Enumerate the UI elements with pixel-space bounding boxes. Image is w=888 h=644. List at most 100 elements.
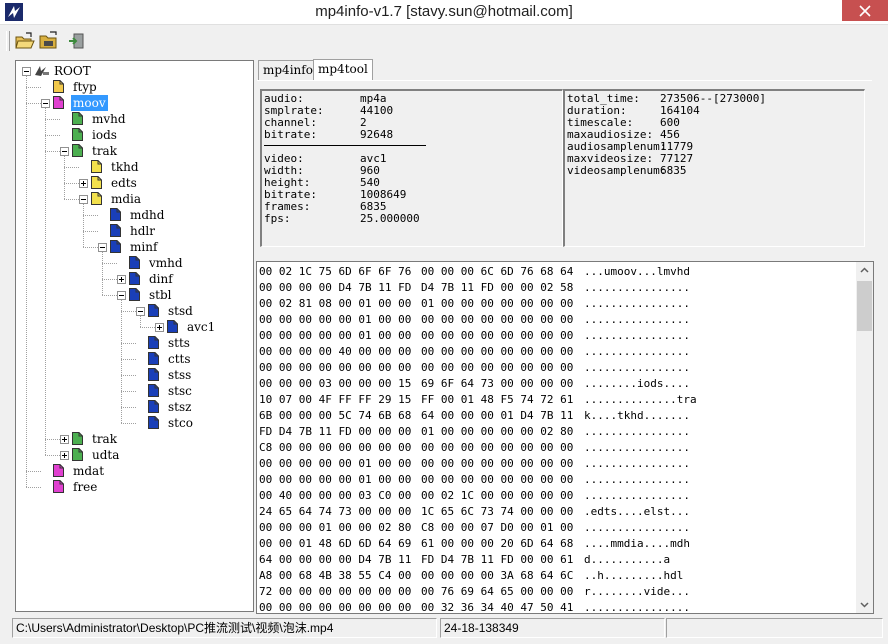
tree-node-label: stsd: [168, 304, 193, 318]
expand-icon[interactable]: [60, 451, 69, 460]
scroll-thumb[interactable]: [857, 281, 872, 331]
close-button[interactable]: [842, 0, 888, 21]
tree-node-label: udta: [92, 448, 120, 462]
expand-icon[interactable]: [155, 323, 164, 332]
scroll-up-button[interactable]: [856, 262, 873, 279]
hex-ascii: ................: [584, 601, 690, 614]
tree-connector: [121, 407, 136, 408]
open-folder-button[interactable]: [38, 30, 60, 52]
tree-node-mdia[interactable]: mdia: [91, 191, 211, 207]
tree-connector: [121, 423, 136, 424]
tree-node-label: stss: [168, 368, 192, 382]
tree-node-label: ctts: [168, 352, 191, 366]
exit-button[interactable]: [66, 30, 88, 52]
tree-node-stsc[interactable]: stsc: [148, 383, 253, 399]
hex-bytes: 00 76 69 64 65 00 00 00: [421, 585, 574, 598]
tab-strip: mp4info mp4tool: [256, 59, 880, 81]
hex-ascii: .edts....elst...: [584, 505, 690, 518]
tree-connector: [26, 487, 41, 488]
collapse-icon[interactable]: [117, 291, 126, 300]
atom-icon: [53, 96, 64, 113]
hex-bytes: 00 00 00 00 00 00 00 00: [421, 473, 574, 486]
tree-node-ctts[interactable]: ctts: [148, 351, 253, 367]
tree-node-tkhd[interactable]: tkhd: [91, 159, 211, 175]
atom-icon: [129, 288, 140, 305]
collapse-icon[interactable]: [22, 67, 31, 76]
status-time: 24-18-138349: [440, 618, 665, 638]
chevron-down-icon: [860, 602, 869, 608]
hex-bytes: 64 00 00 00 01 D4 7B 11: [421, 409, 574, 422]
tree-node-ftyp[interactable]: ftyp: [53, 79, 173, 95]
hex-ascii: ....mmdia....mdh: [584, 537, 690, 550]
vertical-scrollbar[interactable]: [856, 262, 873, 613]
tree-node-label: tkhd: [111, 160, 139, 174]
collapse-icon[interactable]: [136, 307, 145, 316]
hex-bytes: 00 00 00 00 40 00 00 00: [259, 345, 412, 358]
tree-node-label: vmhd: [149, 256, 183, 270]
collapse-icon[interactable]: [98, 243, 107, 252]
tree-connector: [45, 103, 46, 455]
tree-node-label: hdlr: [130, 224, 155, 238]
info-separator: [264, 145, 426, 146]
hex-bytes: 10 07 00 4F FF FF 29 15: [259, 393, 412, 406]
tree-node-mdat[interactable]: mdat: [53, 463, 173, 479]
tree-node-udta[interactable]: udta: [72, 447, 192, 463]
tree-node-label: mdat: [73, 464, 105, 478]
tree-node-avc1[interactable]: avc1: [167, 319, 253, 335]
status-extra: [666, 618, 883, 638]
tree-node-edts[interactable]: edts: [91, 175, 211, 191]
tree-node-stsz[interactable]: stsz: [148, 399, 253, 415]
tree-node-ROOT[interactable]: ROOT: [34, 63, 154, 79]
tree-node-trak[interactable]: trak: [72, 431, 192, 447]
tree-node-free[interactable]: free: [53, 479, 173, 495]
tree-node-vmhd[interactable]: vmhd: [129, 255, 249, 271]
tree-node-hdlr[interactable]: hdlr: [110, 223, 230, 239]
expand-icon[interactable]: [60, 435, 69, 444]
hex-bytes: 00 40 00 00 00 03 C0 00: [259, 489, 412, 502]
hex-ascii: ................: [584, 313, 690, 326]
tree-node-iods[interactable]: iods: [72, 127, 192, 143]
tree-node-label: free: [73, 480, 98, 494]
collapse-icon[interactable]: [41, 99, 50, 108]
tab-mp4tool[interactable]: mp4tool: [313, 59, 373, 81]
tree-node-stts[interactable]: stts: [148, 335, 253, 351]
tree-node-minf[interactable]: minf: [110, 239, 230, 255]
expand-icon[interactable]: [117, 275, 126, 284]
hex-bytes: 00 00 00 00 00 00 00 00: [421, 457, 574, 470]
tree-node-label: moov: [71, 95, 108, 111]
collapse-icon[interactable]: [79, 195, 88, 204]
hex-bytes: FD D4 7B 11 FD 00 00 00: [259, 425, 412, 438]
tree-node-stco[interactable]: stco: [148, 415, 253, 431]
open-icon: [15, 32, 35, 49]
scroll-down-button[interactable]: [856, 596, 873, 613]
hex-bytes: 00 00 00 00 00 00 00 00: [421, 329, 574, 342]
hex-ascii: ................: [584, 441, 690, 454]
expand-icon[interactable]: [79, 179, 88, 188]
tab-mp4info[interactable]: mp4info: [258, 60, 318, 80]
tree-connector: [121, 391, 136, 392]
atom-tree[interactable]: ROOT ftyp moov mvhd iods trak tkhd edts mdia mdhd…: [15, 60, 254, 612]
open-folder-icon: [39, 31, 57, 49]
collapse-icon[interactable]: [60, 147, 69, 156]
tree-node-stss[interactable]: stss: [148, 367, 253, 383]
hex-bytes: 64 00 00 00 00 D4 7B 11: [259, 553, 412, 566]
hex-bytes: 00 00 00 00 D4 7B 11 FD: [259, 281, 412, 294]
tree-node-trak[interactable]: trak: [72, 143, 192, 159]
hex-bytes: 00 00 00 6C 6D 76 68 64: [421, 265, 574, 278]
hex-bytes: 00 00 00 03 00 00 00 15: [259, 377, 412, 390]
tree-node-label: mvhd: [92, 112, 126, 126]
hex-ascii: ................: [584, 329, 690, 342]
hex-view[interactable]: 00 02 1C 75 6D 6F 6F 76 00 00 00 6C 6D 76…: [256, 261, 874, 614]
open-button[interactable]: [14, 30, 36, 52]
hex-bytes: 01 00 00 00 00 00 00 00: [421, 297, 574, 310]
toolbar: [0, 25, 888, 57]
hex-ascii: ................: [584, 297, 690, 310]
tree-node-moov[interactable]: moov: [53, 95, 173, 111]
tree-node-stbl[interactable]: stbl: [129, 287, 249, 303]
tree-node-mdhd[interactable]: mdhd: [110, 207, 230, 223]
hex-ascii: r........vide...: [584, 585, 690, 598]
hex-ascii: k....tkhd.......: [584, 409, 690, 422]
tree-node-mvhd[interactable]: mvhd: [72, 111, 192, 127]
tree-node-dinf[interactable]: dinf: [129, 271, 249, 287]
tree-node-stsd[interactable]: stsd: [148, 303, 253, 319]
